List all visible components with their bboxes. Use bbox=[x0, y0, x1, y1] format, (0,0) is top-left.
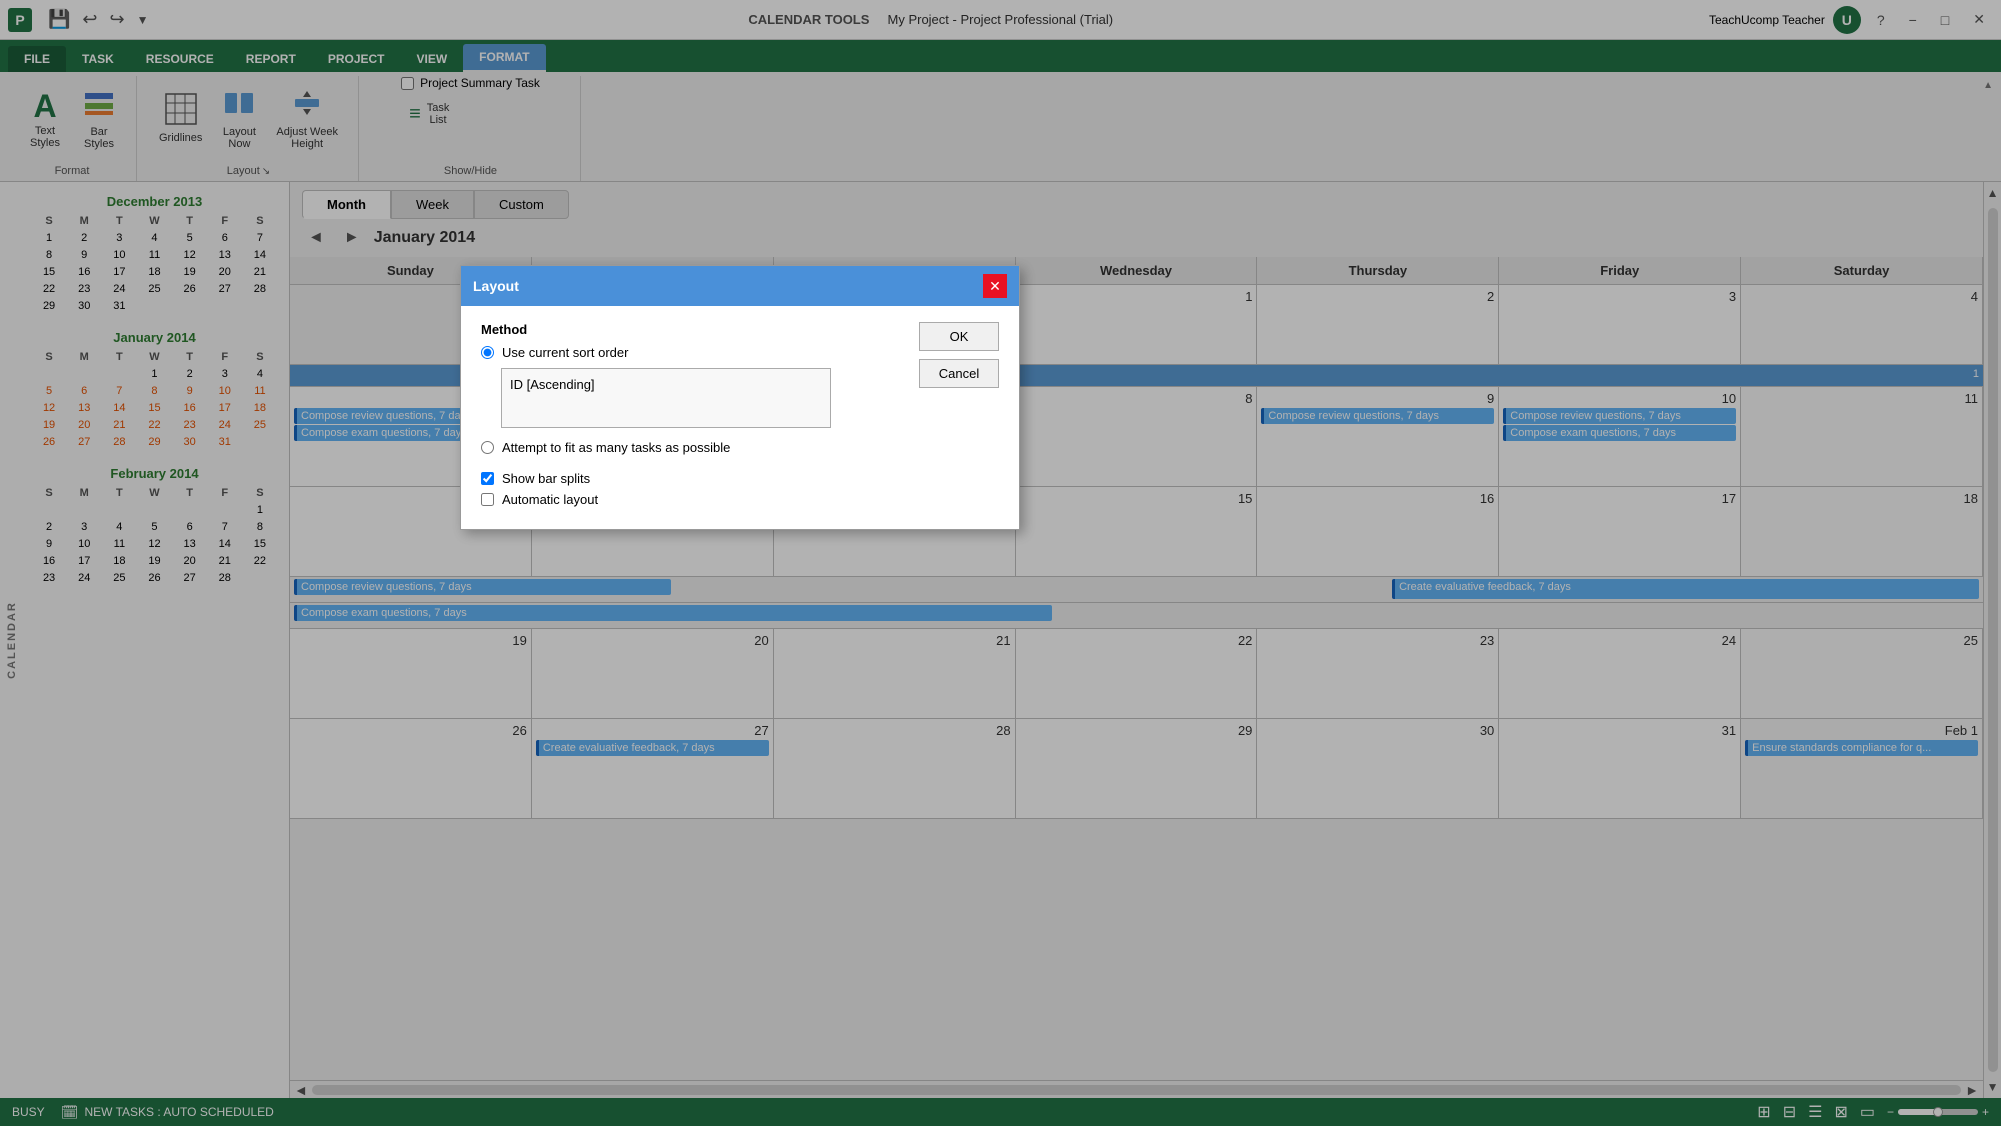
show-bar-splits-checkbox[interactable] bbox=[481, 472, 494, 485]
dialog-body: Method Use current sort order ID [Ascend… bbox=[461, 306, 1019, 529]
radio-fit-tasks-label: Attempt to fit as many tasks as possible bbox=[502, 440, 730, 455]
dialog-titlebar: Layout ✕ bbox=[461, 266, 1019, 306]
dialog-left: Method Use current sort order ID [Ascend… bbox=[481, 322, 899, 513]
automatic-layout-checkbox[interactable] bbox=[481, 493, 494, 506]
method-label: Method bbox=[481, 322, 899, 337]
radio-current-sort-label: Use current sort order bbox=[502, 345, 628, 360]
checkbox-row-2: Automatic layout bbox=[481, 492, 899, 507]
sort-order-box: ID [Ascending] bbox=[501, 368, 831, 428]
checkboxes-area: Show bar splits Automatic layout bbox=[481, 471, 899, 507]
dialog-content: Method Use current sort order ID [Ascend… bbox=[481, 322, 999, 513]
show-bar-splits-label: Show bar splits bbox=[502, 471, 590, 486]
dialog-close-button[interactable]: ✕ bbox=[983, 274, 1007, 298]
dialog-overlay: Layout ✕ Method Use current sort order I… bbox=[0, 0, 2001, 1126]
radio-fit-tasks[interactable] bbox=[481, 441, 494, 454]
radio-row-2: Attempt to fit as many tasks as possible bbox=[481, 440, 899, 455]
radio-row-1: Use current sort order bbox=[481, 345, 899, 360]
automatic-layout-label: Automatic layout bbox=[502, 492, 598, 507]
radio-current-sort[interactable] bbox=[481, 346, 494, 359]
dialog-title: Layout bbox=[473, 278, 519, 294]
layout-dialog: Layout ✕ Method Use current sort order I… bbox=[460, 265, 1020, 530]
ok-button[interactable]: OK bbox=[919, 322, 999, 351]
dialog-actions: OK Cancel bbox=[919, 322, 999, 513]
cancel-button[interactable]: Cancel bbox=[919, 359, 999, 388]
checkbox-row-1: Show bar splits bbox=[481, 471, 899, 486]
